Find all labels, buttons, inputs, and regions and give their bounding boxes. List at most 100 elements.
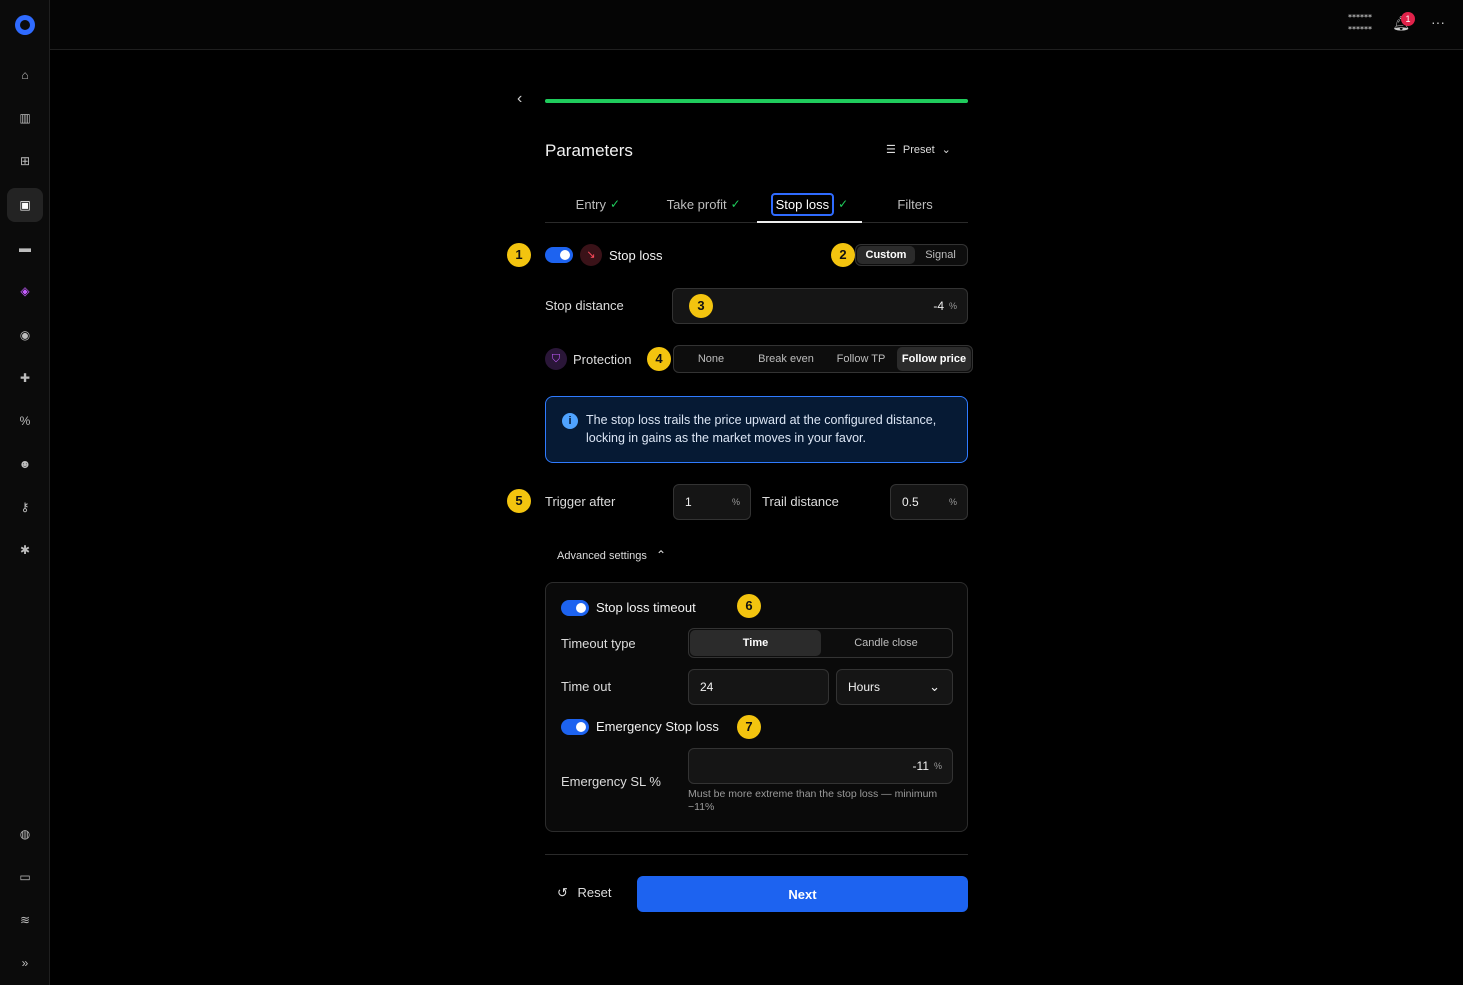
protection-break-even[interactable]: Break even: [747, 347, 825, 371]
protection-follow-price[interactable]: Follow price: [897, 347, 971, 371]
emergency-stop-loss-label: Emergency Stop loss: [596, 719, 719, 734]
tab-label: Stop loss: [770, 192, 835, 216]
marker-4: 4: [647, 347, 671, 371]
chevron-down-icon: ⌄: [929, 679, 940, 694]
protection-follow-tp[interactable]: Follow TP: [825, 347, 897, 371]
stop-distance-label: Stop distance: [545, 298, 624, 313]
tab-label: Take profit: [666, 196, 727, 212]
timeout-type-candle-close[interactable]: Candle close: [821, 630, 951, 656]
app-logo[interactable]: [15, 15, 35, 35]
mode-signal[interactable]: Signal: [915, 246, 966, 264]
progress-bar: [545, 99, 968, 103]
key-icon[interactable]: ⚷: [7, 490, 43, 524]
layers-icon: ☰: [886, 144, 896, 156]
marker-2: 2: [831, 243, 855, 267]
page-title: Parameters: [545, 141, 633, 160]
marker-1: 1: [507, 243, 531, 267]
wallet-icon[interactable]: ▬: [7, 231, 43, 265]
monitor-icon[interactable]: ▭: [7, 860, 43, 894]
home-icon[interactable]: ⌂: [7, 58, 43, 92]
protection-none[interactable]: None: [675, 347, 747, 371]
stop-loss-mode-segment: Custom Signal: [855, 244, 968, 266]
time-out-label: Time out: [561, 679, 612, 694]
tab-entry[interactable]: Entry ✓: [545, 186, 651, 222]
reset-label: Reset: [577, 885, 612, 900]
chevron-down-icon: ⌄: [941, 144, 951, 156]
check-icon: ✓: [610, 197, 621, 211]
expand-icon[interactable]: »: [7, 946, 43, 980]
marker-7: 7: [737, 715, 761, 739]
emergency-sl-unit: %: [933, 761, 942, 771]
tab-label: Entry: [575, 196, 607, 212]
tab-stop-loss[interactable]: Stop loss ✓: [756, 186, 863, 223]
trigger-after-unit: %: [731, 497, 740, 507]
user-menu[interactable]: ****** ******: [1348, 12, 1372, 36]
grid-icon[interactable]: ⊞: [7, 144, 43, 178]
compass-icon[interactable]: ◉: [7, 318, 43, 352]
stop-loss-toggle[interactable]: [545, 247, 573, 263]
chart-icon[interactable]: ▥: [7, 101, 43, 135]
check-icon: ✓: [730, 197, 741, 211]
time-unit-select[interactable]: Hours ⌄: [836, 669, 953, 705]
tab-take-profit[interactable]: Take profit ✓: [651, 186, 757, 222]
next-button[interactable]: Next: [637, 876, 968, 912]
emergency-stop-loss-toggle[interactable]: [561, 719, 589, 735]
stop-loss-label: Stop loss: [609, 248, 663, 263]
marker-3: 3: [689, 294, 713, 318]
reset-button[interactable]: ↺ Reset: [557, 885, 612, 901]
check-icon: ✓: [838, 197, 849, 211]
time-out-value: 24: [700, 680, 714, 694]
tab-filters[interactable]: Filters: [862, 186, 968, 222]
chevron-up-icon: ⌃: [655, 548, 667, 562]
user-icon[interactable]: ☻: [7, 447, 43, 481]
trail-distance-label: Trail distance: [762, 494, 839, 509]
topbar: ****** ****** 🔔︎ 1 ···: [50, 0, 1463, 50]
timeout-type-label: Timeout type: [561, 636, 636, 651]
info-text: The stop loss trails the price upward at…: [586, 413, 937, 445]
mode-custom[interactable]: Custom: [857, 246, 915, 264]
back-icon[interactable]: ‹: [517, 90, 522, 108]
wifi-icon[interactable]: ≋: [7, 903, 43, 937]
emergency-sl-label: Emergency SL %: [561, 774, 661, 789]
info-icon: i: [562, 413, 578, 429]
protection-segment: None Break even Follow TP Follow price: [673, 345, 973, 373]
trail-distance-unit: %: [948, 497, 957, 507]
stop-loss-timeout-toggle[interactable]: [561, 600, 589, 616]
notification-badge: 1: [1401, 12, 1415, 26]
progress-fill: [545, 99, 968, 103]
timeout-type-segment: Time Candle close: [688, 628, 953, 658]
sidebar: ⌂ ▥ ⊞ ▣ ▬ ◈ ◉ ✚ % ☻ ⚷ ✱ ◍ ▭ ≋ »: [0, 0, 50, 985]
advanced-settings-toggle[interactable]: Advanced settings ⌃: [557, 548, 666, 562]
puzzle-icon[interactable]: ✚: [7, 361, 43, 395]
time-out-input[interactable]: 24: [688, 669, 829, 705]
trigger-after-value: 1: [685, 495, 692, 509]
user-line-2: ******: [1348, 25, 1372, 34]
shield-icon: ⛉: [545, 348, 567, 370]
marker-5: 5: [507, 489, 531, 513]
emergency-sl-input[interactable]: -11 %: [688, 748, 953, 784]
advanced-settings-label: Advanced settings: [557, 550, 647, 562]
percent-icon[interactable]: %: [7, 404, 43, 438]
timeout-type-time[interactable]: Time: [690, 630, 821, 656]
tab-label: Filters: [897, 196, 933, 212]
stop-loss-icon: ↘: [580, 244, 602, 266]
gear-icon[interactable]: ✱: [7, 533, 43, 567]
stop-distance-value: -4: [933, 299, 944, 313]
chat-icon[interactable]: ◍: [7, 817, 43, 851]
emergency-sl-hint: Must be more extreme than the stop loss …: [688, 788, 938, 813]
stop-distance-input[interactable]: -4 %: [672, 288, 968, 324]
more-icon[interactable]: ···: [1431, 14, 1445, 30]
protection-label: Protection: [573, 352, 632, 367]
trigger-after-label: Trigger after: [545, 494, 616, 509]
marker-6: 6: [737, 594, 761, 618]
footer-divider: [545, 854, 968, 855]
emergency-sl-value: -11: [912, 759, 929, 773]
time-unit-value: Hours: [848, 680, 881, 694]
reset-icon: ↺: [557, 885, 568, 900]
trigger-after-input[interactable]: 1 %: [673, 484, 751, 520]
tag-icon[interactable]: ◈: [7, 274, 43, 308]
user-line-1: ******: [1348, 13, 1372, 22]
trail-distance-input[interactable]: 0.5 %: [890, 484, 968, 520]
preset-dropdown[interactable]: ☰ Preset ⌄: [886, 143, 951, 157]
bot-icon[interactable]: ▣: [7, 188, 43, 222]
